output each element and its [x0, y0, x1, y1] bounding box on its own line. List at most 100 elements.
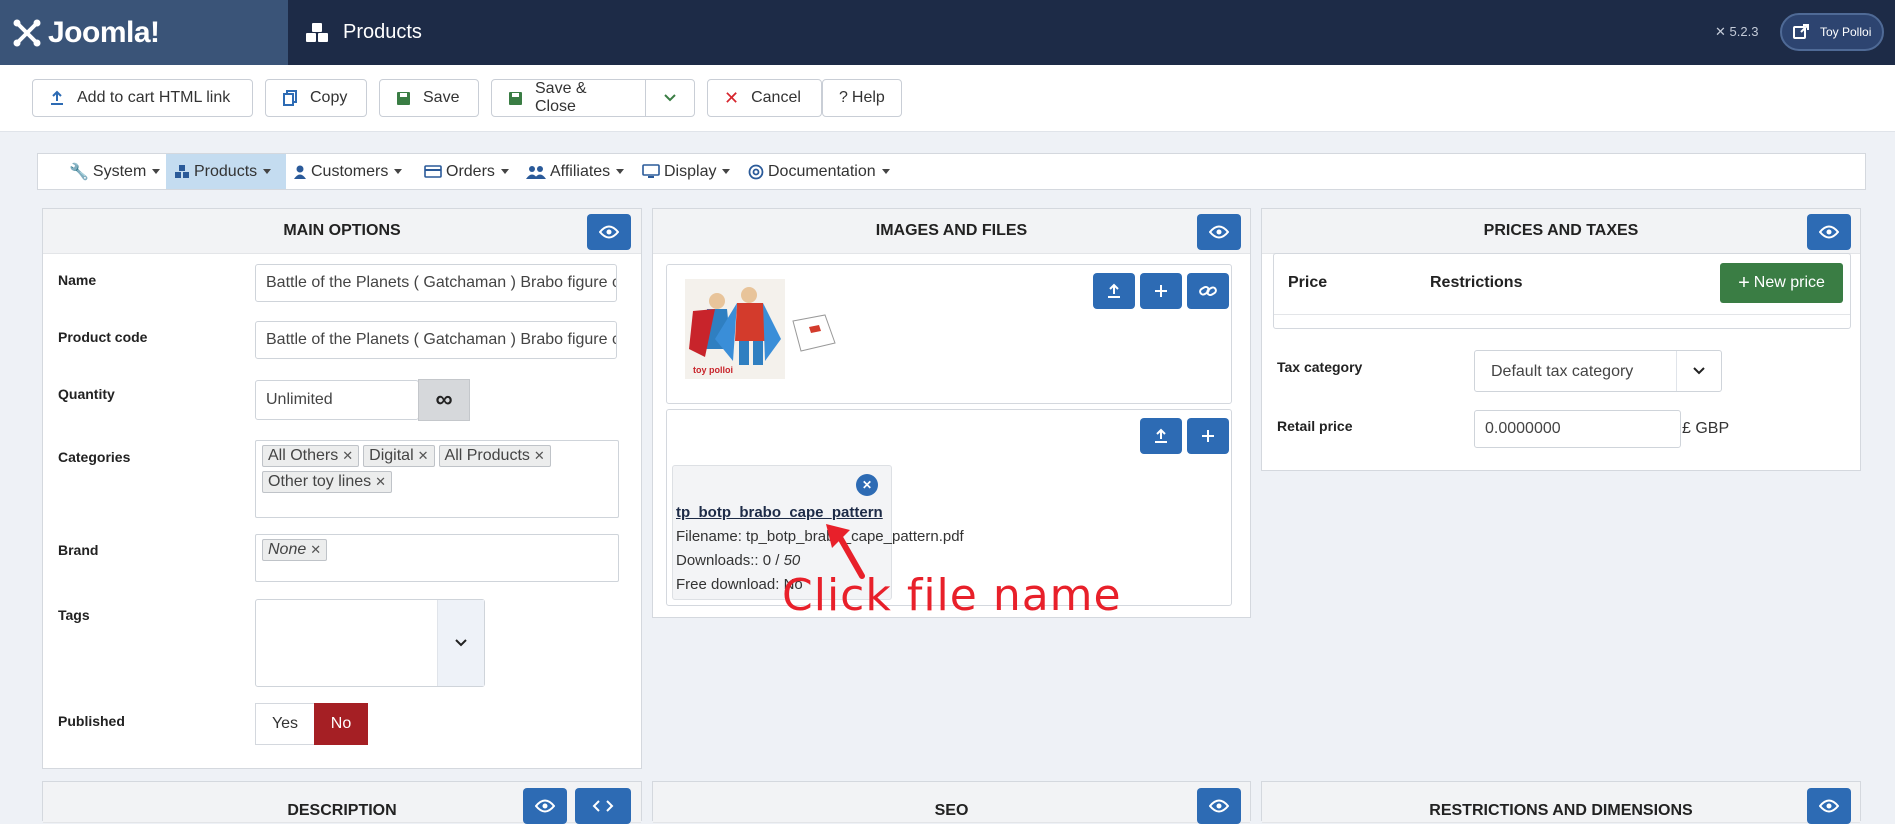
- add-file-button[interactable]: [1187, 418, 1229, 454]
- remove-icon[interactable]: ✕: [534, 448, 545, 464]
- price-table: Price Restrictions + New price: [1273, 253, 1851, 329]
- brand-select[interactable]: None ✕: [255, 534, 619, 582]
- eye-icon: [1209, 799, 1229, 813]
- description-toggle-button[interactable]: [523, 788, 567, 824]
- images-files-toggle-button[interactable]: [1197, 214, 1241, 250]
- tags-select[interactable]: [255, 599, 485, 687]
- menu-products[interactable]: Products: [166, 154, 286, 189]
- eye-icon: [1209, 225, 1229, 239]
- upload-image-button[interactable]: [1093, 273, 1135, 309]
- menu-affiliates[interactable]: Affiliates: [518, 154, 632, 189]
- page-title: Products: [305, 0, 422, 65]
- wrench-icon: 🔧: [69, 163, 89, 181]
- chevron-down-icon: [1693, 367, 1705, 375]
- eye-icon: [599, 225, 619, 239]
- delete-file-button[interactable]: ✕: [856, 474, 878, 496]
- user-icon: [293, 165, 307, 179]
- component-menubar: 🔧 System Products Customers Orders Affili…: [37, 153, 1866, 190]
- tags-dropdown-toggle[interactable]: [437, 600, 484, 686]
- remove-icon[interactable]: ✕: [310, 542, 321, 558]
- external-link-icon: [1790, 21, 1812, 43]
- published-no-button[interactable]: No: [314, 703, 368, 745]
- name-input[interactable]: Battle of the Planets ( Gatchaman ) Brab…: [255, 264, 617, 302]
- categories-label: Categories: [58, 449, 131, 465]
- top-bar: Joomla! Products ✕ 5.2.3 Toy Polloi: [0, 0, 1895, 65]
- add-to-cart-link-button[interactable]: Add to cart HTML link: [32, 79, 253, 117]
- quantity-label: Quantity: [58, 386, 115, 402]
- joomla-logo[interactable]: Joomla!: [0, 0, 288, 65]
- categories-select[interactable]: All Others ✕ Digital ✕ All Products ✕ Other t…: [255, 440, 619, 518]
- menu-system[interactable]: 🔧 System: [61, 154, 168, 189]
- plus-icon: +: [1738, 271, 1750, 294]
- prices-taxes-panel: PRICES AND TAXES Price Restrictions + New…: [1261, 208, 1861, 471]
- restrictions-column-header: Restrictions: [1430, 274, 1523, 291]
- menu-customers[interactable]: Customers: [285, 154, 410, 189]
- save-button[interactable]: Save: [379, 79, 479, 117]
- link-image-button[interactable]: [1187, 273, 1229, 309]
- monitor-icon: [642, 164, 660, 179]
- brand-chip[interactable]: None ✕: [262, 539, 328, 561]
- save-icon: [396, 91, 411, 106]
- images-files-panel: IMAGES AND FILES toy polloi ✕ tp_botp_br…: [652, 208, 1251, 618]
- eye-icon: [1819, 799, 1839, 813]
- upload-file-button[interactable]: [1140, 418, 1182, 454]
- category-chip[interactable]: All Others ✕: [262, 445, 360, 467]
- main-options-toggle-button[interactable]: [587, 214, 631, 250]
- category-chip[interactable]: All Products ✕: [438, 445, 551, 467]
- name-label: Name: [58, 272, 97, 288]
- product-image[interactable]: toy polloi: [685, 279, 785, 379]
- code-icon: [592, 800, 614, 812]
- tax-category-select[interactable]: Default tax category: [1474, 350, 1722, 392]
- plus-icon: [1202, 430, 1214, 442]
- main-options-header: MAIN OPTIONS: [43, 209, 641, 254]
- infinite-quantity-button[interactable]: ∞: [418, 379, 470, 421]
- menu-orders[interactable]: Orders: [416, 154, 517, 189]
- user-menu-button[interactable]: Toy Polloi: [1780, 13, 1884, 51]
- add-image-button[interactable]: [1140, 273, 1182, 309]
- save-dropdown-toggle[interactable]: [645, 79, 695, 117]
- product-code-label: Product code: [58, 329, 148, 345]
- seo-toggle-button[interactable]: [1197, 788, 1241, 824]
- tax-category-label: Tax category: [1277, 359, 1363, 375]
- link-icon: [1199, 286, 1217, 296]
- file-title-link[interactable]: tp_botp_brabo_cape_pattern: [676, 504, 883, 521]
- remove-icon[interactable]: ✕: [418, 448, 429, 464]
- remove-icon[interactable]: ✕: [342, 448, 353, 464]
- published-yes-button[interactable]: Yes: [255, 703, 315, 745]
- prices-taxes-toggle-button[interactable]: [1807, 214, 1851, 250]
- logo-text: Joomla!: [48, 15, 160, 49]
- life-ring-icon: [748, 164, 764, 180]
- chevron-down-icon: [455, 639, 467, 647]
- image-caption: toy polloi: [693, 365, 733, 375]
- restrictions-toggle-button[interactable]: [1807, 788, 1851, 824]
- remove-icon[interactable]: ✕: [375, 474, 386, 490]
- upload-icon: [1155, 428, 1167, 443]
- pattern-thumbnail[interactable]: [789, 313, 837, 353]
- category-chip[interactable]: Digital ✕: [363, 445, 435, 467]
- images-box: toy polloi: [666, 264, 1232, 404]
- menu-display[interactable]: Display: [634, 154, 738, 189]
- description-code-button[interactable]: [575, 788, 631, 824]
- cubes-icon: [306, 22, 328, 42]
- users-icon: [526, 165, 546, 179]
- chevron-down-icon: [664, 94, 676, 102]
- joomla-logo-icon: [13, 19, 41, 46]
- brand-label: Brand: [58, 542, 99, 558]
- quantity-input[interactable]: Unlimited: [255, 380, 419, 420]
- currency-label: £ GBP: [1682, 420, 1730, 437]
- new-price-button[interactable]: + New price: [1720, 263, 1843, 303]
- page-title-text: Products: [343, 21, 422, 43]
- cancel-button[interactable]: ✕ Cancel: [707, 79, 822, 117]
- close-icon: ✕: [861, 478, 873, 492]
- category-chip[interactable]: Other toy lines ✕: [262, 471, 393, 493]
- tax-dropdown-toggle[interactable]: [1676, 351, 1721, 391]
- copy-button[interactable]: Copy: [265, 79, 367, 117]
- tags-label: Tags: [58, 607, 90, 623]
- upload-icon: [1108, 283, 1120, 298]
- product-code-input[interactable]: Battle of the Planets ( Gatchaman ) Brab…: [255, 321, 617, 359]
- save-close-button[interactable]: Save & Close: [491, 79, 646, 117]
- main-options-panel: MAIN OPTIONS Name Battle of the Planets …: [42, 208, 642, 769]
- menu-documentation[interactable]: Documentation: [740, 154, 898, 189]
- retail-price-input[interactable]: 0.0000000: [1474, 410, 1681, 448]
- help-button[interactable]: ? Help: [822, 79, 902, 117]
